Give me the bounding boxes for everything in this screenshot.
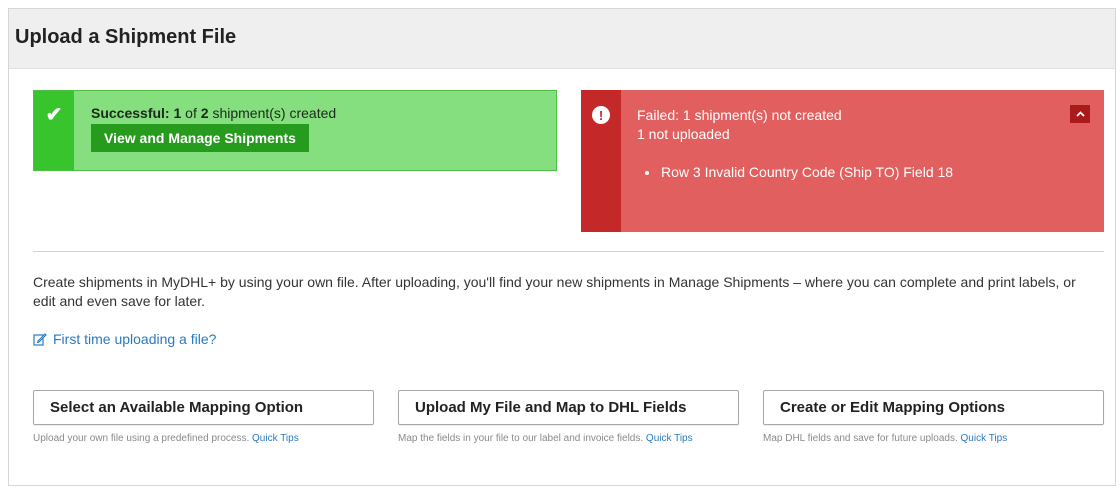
success-body: Successful: 1 of 2 shipment(s) created V… <box>74 91 336 170</box>
page-title: Upload a Shipment File <box>15 26 237 48</box>
page-header: Upload a Shipment File <box>9 9 1115 69</box>
option-desc-upload: Map the fields in your file to our label… <box>398 433 693 444</box>
upload-panel: Upload a Shipment File ✔ Successful: 1 o… <box>8 8 1116 486</box>
option-desc-text: Upload your own file using a predefined … <box>33 433 250 444</box>
failed-summary: Failed: 1 shipment(s) not created <box>637 107 842 123</box>
select-mapping-option-button[interactable]: Select an Available Mapping Option <box>33 390 374 425</box>
section-divider <box>33 251 1104 252</box>
quick-tips-link[interactable]: Quick Tips <box>252 433 299 444</box>
failed-body: Failed: 1 shipment(s) not created 1 not … <box>621 90 1104 232</box>
view-manage-shipments-button[interactable]: View and Manage Shipments <box>91 124 309 152</box>
success-count: 1 <box>173 105 182 121</box>
success-stripe: ✔ <box>34 91 74 170</box>
first-time-label: First time uploading a file? <box>53 331 217 347</box>
option-desc-text: Map the fields in your file to our label… <box>398 433 644 444</box>
success-prefix: Successful: <box>91 105 170 121</box>
success-of: of <box>185 105 197 121</box>
option-desc-select: Upload your own file using a predefined … <box>33 433 299 444</box>
description-text: Create shipments in MyDHL+ by using your… <box>33 274 1076 309</box>
failed-alert: ! Failed: 1 shipment(s) not created 1 no… <box>581 90 1104 232</box>
success-alert: ✔ Successful: 1 of 2 shipment(s) created… <box>33 90 557 171</box>
create-edit-mapping-button[interactable]: Create or Edit Mapping Options <box>763 390 1104 425</box>
quick-tips-link[interactable]: Quick Tips <box>646 433 693 444</box>
error-item: Row 3 Invalid Country Code (Ship TO) Fie… <box>645 164 1104 180</box>
failed-not-uploaded: 1 not uploaded <box>637 126 730 142</box>
check-icon: ✔ <box>45 104 63 126</box>
exclamation-icon: ! <box>592 106 610 124</box>
failed-stripe: ! <box>581 90 621 232</box>
error-list: Row 3 Invalid Country Code (Ship TO) Fie… <box>637 164 1104 180</box>
option-desc-create: Map DHL fields and save for future uploa… <box>763 433 1007 444</box>
quick-tips-link[interactable]: Quick Tips <box>961 433 1008 444</box>
first-time-link[interactable]: First time uploading a file? <box>33 331 216 347</box>
collapse-chevron-up-icon[interactable] <box>1070 105 1090 123</box>
success-message: Successful: 1 of 2 shipment(s) created <box>91 105 336 121</box>
option-desc-text: Map DHL fields and save for future uploa… <box>763 433 958 444</box>
upload-map-fields-button[interactable]: Upload My File and Map to DHL Fields <box>398 390 739 425</box>
edit-icon <box>33 333 47 346</box>
success-suffix: shipment(s) created <box>212 105 337 121</box>
success-total: 2 <box>200 105 209 121</box>
